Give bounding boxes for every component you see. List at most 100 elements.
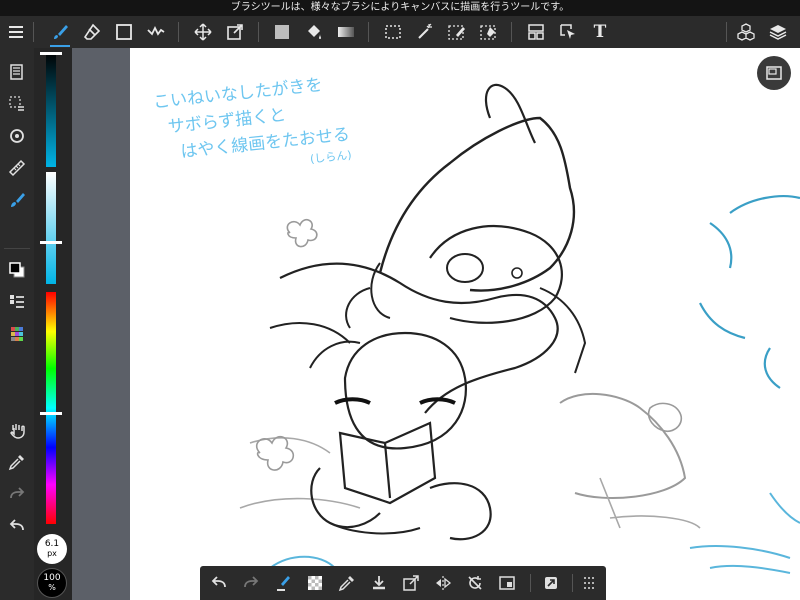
brush-settings-button[interactable] <box>2 186 32 214</box>
eyedropper-tool-button[interactable] <box>2 448 32 476</box>
gradient-tool-button[interactable] <box>330 16 362 48</box>
transform-tool-button[interactable] <box>219 16 251 48</box>
operation-tool-button[interactable] <box>552 16 584 48</box>
opacity-value: 100 <box>43 573 61 583</box>
status-bar: ブラシツールは、様々なブラシによりキャンバスに描画を行うツールです。 <box>0 0 800 16</box>
brush-size-slider[interactable] <box>46 52 56 167</box>
toolbar-divider <box>33 22 34 42</box>
select-pen-icon <box>448 25 465 40</box>
undo-icon <box>9 519 24 531</box>
ruler-icon <box>8 159 26 177</box>
view-toggle-button[interactable] <box>757 56 791 90</box>
eyedropper-icon <box>338 576 354 592</box>
layers-button[interactable] <box>762 16 794 48</box>
brightness-slider-handle[interactable] <box>40 241 62 244</box>
hand-tool-button[interactable] <box>2 416 32 444</box>
color-swap-button[interactable] <box>2 256 32 284</box>
eyedropper-icon <box>8 455 24 471</box>
layers-icon <box>769 25 787 40</box>
magic-wand-tool-button[interactable] <box>409 16 441 48</box>
color-palette-button[interactable] <box>2 320 32 348</box>
select-eraser-tool-button[interactable] <box>473 16 505 48</box>
transform-icon <box>227 24 243 40</box>
brightness-slider[interactable] <box>46 172 56 284</box>
slider-panel <box>34 48 72 600</box>
bottom-undo-button[interactable] <box>204 568 234 598</box>
move-tool-button[interactable] <box>187 16 219 48</box>
download-tray-icon <box>373 576 385 590</box>
window-frame-icon <box>766 66 782 80</box>
bottom-redo-button[interactable] <box>236 568 266 598</box>
layer-property-button[interactable] <box>2 58 32 86</box>
materials-button[interactable] <box>730 16 762 48</box>
grid-dots-icon <box>584 577 594 589</box>
bottom-divider <box>530 574 531 592</box>
eraser-icon <box>83 23 101 40</box>
brush-size-indicator[interactable]: 6.1 px <box>37 534 67 564</box>
color-list-button[interactable] <box>2 288 32 316</box>
shape-tool-button[interactable] <box>108 16 140 48</box>
redo-button[interactable] <box>2 480 32 508</box>
select-pen-tool-button[interactable] <box>441 16 473 48</box>
paint-bucket-icon <box>308 25 321 39</box>
marquee-select-icon <box>385 25 401 39</box>
ruler-button[interactable] <box>2 154 32 182</box>
stabilizer-icon <box>147 25 165 36</box>
bucket-tool-button[interactable] <box>298 16 330 48</box>
cursor-select-icon <box>560 24 575 39</box>
color-list-icon <box>10 295 24 308</box>
selection-layer-button[interactable] <box>2 90 32 118</box>
toolbar-divider <box>178 22 179 42</box>
brush-icon <box>54 25 68 39</box>
brush-settings-icon <box>11 193 25 207</box>
palette-grid-icon <box>11 327 23 341</box>
fill-rectangle-icon <box>275 25 289 39</box>
rectangle-icon <box>116 24 132 40</box>
correction-tool-button[interactable] <box>140 16 172 48</box>
bottom-brush-eraser-button[interactable] <box>268 568 298 598</box>
toolbar-divider <box>258 22 259 42</box>
brush-size-value: 6.1 <box>44 539 60 549</box>
color-swatches-icon <box>9 262 25 278</box>
brush-tool-button[interactable] <box>44 16 76 48</box>
bottom-more-button[interactable] <box>574 568 604 598</box>
brush-size-slider-handle[interactable] <box>40 52 62 55</box>
menu-button[interactable] <box>0 16 32 48</box>
panel-divider <box>4 248 30 249</box>
text-tool-button[interactable]: T <box>584 16 616 48</box>
bottom-fit-view-button[interactable] <box>492 568 522 598</box>
selection-list-icon <box>9 96 24 111</box>
redo-icon <box>244 576 259 588</box>
undo-button[interactable] <box>2 512 32 540</box>
layer-pages-icon <box>10 64 23 80</box>
share-arrow-icon <box>545 577 557 589</box>
bottom-eyedropper-button[interactable] <box>332 568 362 598</box>
bottom-transform-button[interactable] <box>396 568 426 598</box>
fill-color-tool-button[interactable] <box>266 16 298 48</box>
select-eraser-icon <box>480 25 496 40</box>
opacity-indicator[interactable]: 100 % <box>37 568 67 598</box>
hand-icon <box>10 424 25 439</box>
frame-divider-tool-button[interactable] <box>520 16 552 48</box>
frame-divider-icon <box>528 24 544 40</box>
drawing-canvas[interactable]: こいねいなしたがきを サボらず描くと はやく線画をたおせる (しらん) <box>130 48 800 600</box>
magic-wand-icon <box>418 23 432 39</box>
hue-slider[interactable] <box>46 292 56 524</box>
cubes-icon <box>737 23 755 41</box>
canvas-gutter <box>72 48 130 600</box>
hue-slider-handle[interactable] <box>40 412 62 415</box>
transform-icon <box>403 575 419 591</box>
flip-horizontal-icon <box>436 576 452 590</box>
bottom-rotate-reset-button[interactable] <box>460 568 490 598</box>
toolbar-divider <box>726 22 727 42</box>
bottom-flip-button[interactable] <box>428 568 458 598</box>
bottom-transparent-color-button[interactable] <box>300 568 330 598</box>
eraser-tool-button[interactable] <box>76 16 108 48</box>
gradient-icon <box>338 27 354 37</box>
move-arrows-icon <box>194 23 212 41</box>
bottom-share-button[interactable] <box>536 568 566 598</box>
snap-button[interactable] <box>2 122 32 150</box>
select-tool-button[interactable] <box>377 16 409 48</box>
bottom-import-button[interactable] <box>364 568 394 598</box>
redo-icon <box>10 487 25 499</box>
